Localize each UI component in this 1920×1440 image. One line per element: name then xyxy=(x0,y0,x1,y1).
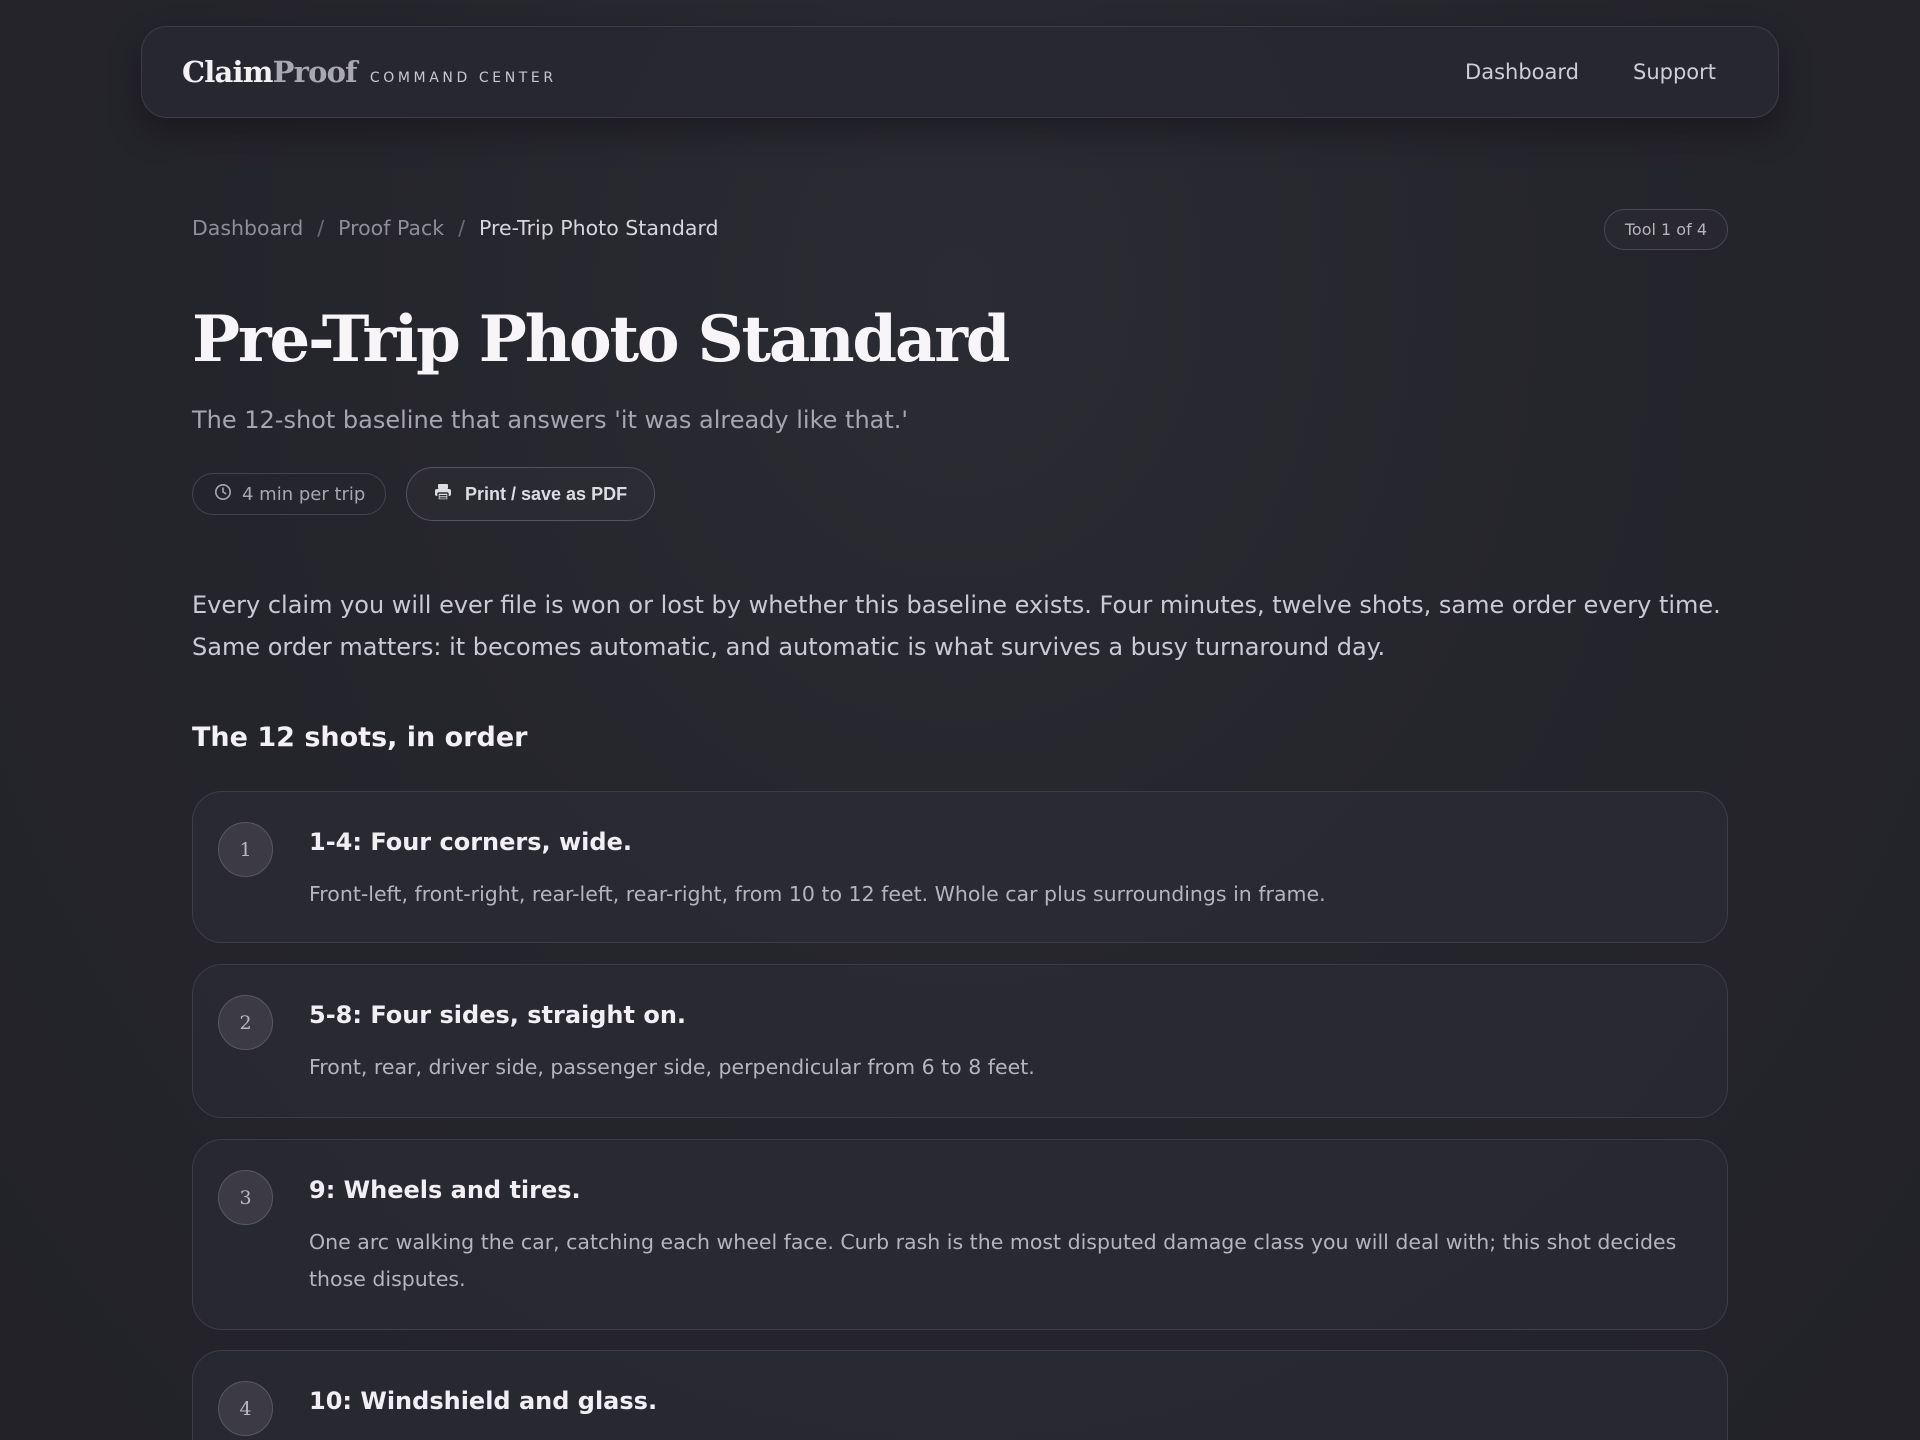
printer-icon xyxy=(433,482,453,507)
clock-icon xyxy=(214,483,232,506)
shot-card-1: 1 1-4: Four corners, wide. Front-left, f… xyxy=(192,791,1728,943)
tool-counter-badge: Tool 1 of 4 xyxy=(1603,209,1728,250)
breadcrumb-separator: / xyxy=(317,216,325,240)
page-title: Pre-Trip Photo Standard xyxy=(192,302,1011,377)
time-estimate-chip: 4 min per trip xyxy=(192,473,387,515)
shot-title: 1-4: Four corners, wide. xyxy=(309,828,632,856)
time-estimate-label: 4 min per trip xyxy=(242,483,366,505)
breadcrumb-proof-pack[interactable]: Proof Pack xyxy=(338,216,444,240)
breadcrumb-separator: / xyxy=(458,216,466,240)
brand-logo[interactable]: Claim Proof COMMAND CENTER xyxy=(182,55,557,89)
print-pdf-button[interactable]: Print / save as PDF xyxy=(406,467,656,521)
shot-card-3: 3 9: Wheels and tires. One arc walking t… xyxy=(192,1139,1728,1330)
section-heading-shots: The 12 shots, in order xyxy=(192,722,528,753)
nav-links: Dashboard Support xyxy=(1465,60,1716,84)
shot-description: Front, rear, driver side, passenger side… xyxy=(309,1055,1035,1079)
top-nav: Claim Proof COMMAND CENTER Dashboard Supp… xyxy=(141,26,1779,118)
breadcrumb: Dashboard / Proof Pack / Pre-Trip Photo … xyxy=(192,216,719,240)
shot-number-badge: 3 xyxy=(218,1170,273,1225)
intro-paragraph: Every claim you will ever file is won or… xyxy=(192,591,1721,661)
brand-name-light: Proof xyxy=(272,55,358,89)
brand-subtitle: COMMAND CENTER xyxy=(369,70,557,86)
shot-card-4: 4 10: Windshield and glass. xyxy=(192,1350,1728,1440)
shot-description: One arc walking the car, catching each w… xyxy=(309,1230,1677,1291)
shot-title: 5-8: Four sides, straight on. xyxy=(309,1001,687,1029)
shot-title: 10: Windshield and glass. xyxy=(309,1387,658,1415)
shot-number-badge: 2 xyxy=(218,995,273,1050)
page-subtitle: The 12-shot baseline that answers 'it wa… xyxy=(192,406,909,434)
shot-card-2: 2 5-8: Four sides, straight on. Front, r… xyxy=(192,964,1728,1118)
shot-title: 9: Wheels and tires. xyxy=(309,1176,581,1204)
breadcrumb-dashboard[interactable]: Dashboard xyxy=(192,216,303,240)
shot-number-badge: 4 xyxy=(218,1381,273,1436)
print-pdf-label: Print / save as PDF xyxy=(465,483,628,504)
nav-link-support[interactable]: Support xyxy=(1633,60,1716,84)
nav-link-dashboard[interactable]: Dashboard xyxy=(1465,60,1579,84)
brand-name-bold: Claim xyxy=(182,55,273,89)
breadcrumb-current: Pre-Trip Photo Standard xyxy=(479,216,719,240)
shot-number-badge: 1 xyxy=(218,822,273,877)
shot-description: Front-left, front-right, rear-left, rear… xyxy=(309,882,1326,906)
